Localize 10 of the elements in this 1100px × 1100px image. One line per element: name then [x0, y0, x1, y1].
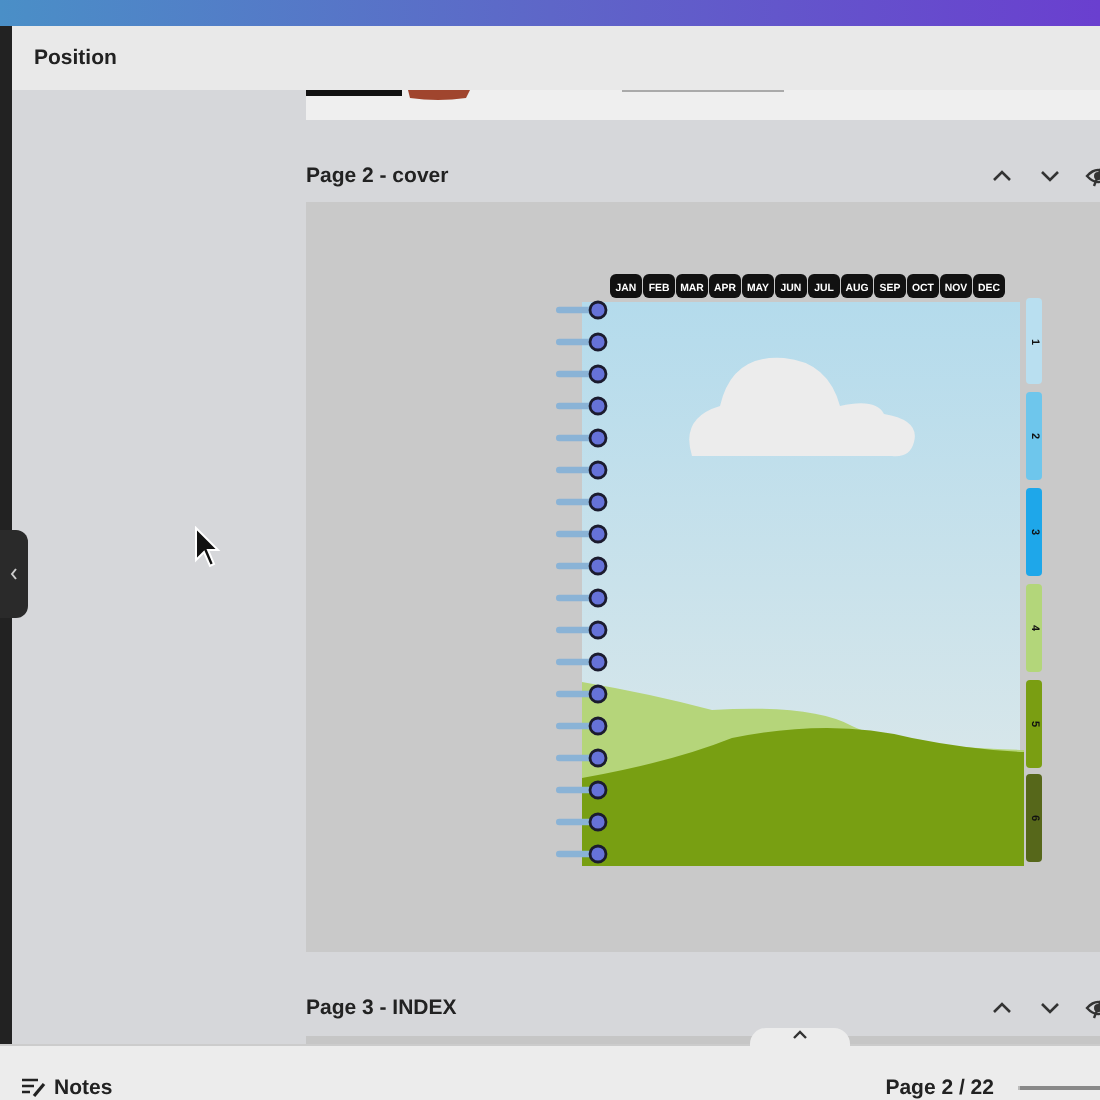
- page-title: Page 3 - INDEX: [306, 996, 459, 1020]
- page-title: Page 2 - cover: [306, 164, 451, 188]
- cursor-icon: [194, 526, 222, 570]
- notes-icon: [20, 1076, 46, 1098]
- chevron-up-icon[interactable]: [792, 1028, 808, 1040]
- chevron-left-icon: [10, 568, 18, 580]
- notes-button[interactable]: Notes: [54, 1075, 113, 1099]
- page-indicator: Page 2 / 22: [885, 1075, 994, 1099]
- collapse-handle[interactable]: [0, 530, 28, 618]
- panel-title: Position: [12, 26, 1100, 90]
